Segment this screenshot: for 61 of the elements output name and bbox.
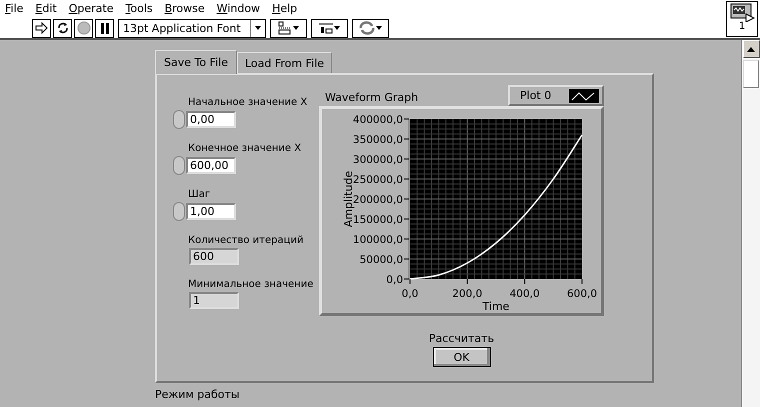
menu-item[interactable]: File: [5, 2, 24, 18]
x-tick-label: 200,0: [452, 288, 482, 300]
pause-button[interactable]: [95, 18, 114, 38]
align-objects-icon: [278, 21, 292, 35]
ok-button[interactable]: OK: [432, 347, 490, 367]
distribute-objects-icon: [319, 21, 333, 35]
distribute-dropdown[interactable]: [311, 18, 348, 38]
caret-icon: [376, 26, 382, 30]
numeric-input-field[interactable]: 0,00: [186, 111, 236, 128]
y-tick-label: 350000,0: [352, 134, 403, 146]
y-tick-label: 50000,0: [360, 254, 403, 266]
caret-icon: [255, 26, 261, 30]
tab[interactable]: Save To File: [155, 50, 237, 74]
vi-icon: 1: [726, 1, 758, 37]
numeric-input-field[interactable]: 600,00: [186, 157, 236, 174]
run-arrow-icon: [35, 22, 48, 34]
menu-item[interactable]: Edit: [35, 2, 57, 18]
stop-circle-icon: [76, 21, 90, 35]
font-dropdown[interactable]: 13pt Application Font: [118, 18, 266, 38]
menu-item[interactable]: Help: [272, 2, 298, 18]
circular-arrows-icon: [56, 21, 70, 35]
tab[interactable]: Load From File: [236, 52, 332, 73]
mode-label: Режим работы: [155, 388, 241, 401]
numeric-input-field[interactable]: 1,00: [186, 203, 236, 220]
y-tick-label: 250000,0: [352, 174, 403, 186]
menu-item[interactable]: Operate: [68, 2, 114, 18]
reorder-arrows-icon: [359, 21, 375, 35]
scroll-up-button[interactable]: [742, 40, 760, 58]
run-button[interactable]: [32, 18, 51, 38]
caret-icon: [293, 26, 299, 30]
y-tick-label: 100000,0: [352, 234, 403, 246]
x-tick-label: 0,0: [402, 288, 418, 300]
y-tick-label: 300000,0: [352, 154, 403, 166]
numeric-indicator: 600: [189, 248, 239, 265]
indicator-label: Количество итераций: [188, 235, 304, 246]
y-axis-title: Amplitude: [342, 170, 355, 228]
y-tick-label: 200000,0: [352, 194, 403, 206]
graph-title: Waveform Graph: [324, 91, 418, 106]
reorder-dropdown[interactable]: [352, 18, 389, 38]
align-dropdown[interactable]: [270, 18, 307, 38]
control-label: Начальное значение X: [188, 97, 308, 108]
x-tick-label: 400,0: [510, 288, 540, 300]
y-tick-label: 150000,0: [352, 214, 403, 226]
up-arrow-icon: [747, 46, 755, 52]
menu-item[interactable]: Browse: [164, 2, 205, 18]
menu-item[interactable]: Tools: [126, 2, 153, 18]
button-label: Рассчитать: [428, 332, 494, 345]
y-tick-label: 400000,0: [352, 114, 403, 126]
control-label: Шаг: [188, 189, 210, 200]
x-tick-label: 600,0: [566, 288, 598, 300]
caret-icon: [334, 26, 340, 30]
run-continuously-button[interactable]: [53, 18, 72, 38]
x-axis-title: Time: [482, 300, 510, 313]
scroll-thumb[interactable]: [743, 60, 759, 88]
numeric-indicator: 1: [189, 292, 239, 309]
vertical-scrollbar[interactable]: [741, 40, 760, 407]
control-label: Конечное значение X: [188, 143, 302, 154]
y-tick-label: 0,0: [386, 274, 403, 286]
indicator-label: Минимальное значение: [188, 279, 314, 290]
pause-icon: [100, 22, 110, 34]
menu-item[interactable]: Window: [216, 2, 260, 18]
